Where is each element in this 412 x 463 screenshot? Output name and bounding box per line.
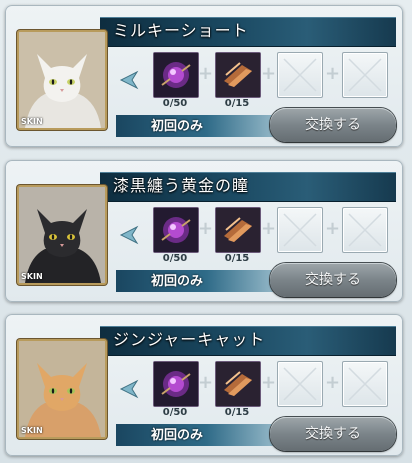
left-arrow-icon xyxy=(119,225,139,245)
empty-slot xyxy=(277,207,323,253)
bronze-ingot-item-icon xyxy=(216,208,260,252)
required-item-count-2: 0/15 xyxy=(224,253,250,264)
plus-icon: + xyxy=(261,218,277,239)
required-item-slot-2[interactable] xyxy=(215,52,261,98)
required-item-count-1: 0/50 xyxy=(162,253,188,264)
required-item-slot-1[interactable] xyxy=(153,361,199,407)
cat-icon xyxy=(19,341,105,437)
plus-icon: + xyxy=(261,372,277,393)
exchange-button[interactable]: 交換する xyxy=(270,417,396,451)
limit-label: 初回のみ xyxy=(151,428,204,443)
limit-label: 初回のみ xyxy=(151,119,204,134)
skin-portrait[interactable]: SKIN xyxy=(17,30,107,130)
plus-icon: + xyxy=(325,218,341,239)
empty-slot-icon xyxy=(348,58,382,92)
plus-icon: + xyxy=(198,63,214,84)
exchange-card-1: ミルキーショート SKIN 0/50 + 0/15 + + 初回のみ 交換する xyxy=(5,5,403,147)
exchange-button[interactable]: 交換する xyxy=(270,263,396,297)
plus-icon: + xyxy=(325,63,341,84)
skin-badge: SKIN xyxy=(21,117,43,126)
required-item-count-2: 0/15 xyxy=(224,98,250,109)
purple-orb-item-icon xyxy=(154,53,198,97)
plus-icon: + xyxy=(198,372,214,393)
card-title: 漆黒纏う黄金の瞳 xyxy=(113,176,250,195)
empty-slot xyxy=(342,52,388,98)
empty-slot xyxy=(277,52,323,98)
exchange-card-3: ジンジャーキャット SKIN 0/50 + 0/15 + + 初回のみ 交換する xyxy=(5,314,403,456)
cat-icon xyxy=(19,187,105,283)
purple-orb-item-icon xyxy=(154,208,198,252)
required-item-slot-1[interactable] xyxy=(153,207,199,253)
empty-slot-icon xyxy=(283,367,317,401)
empty-slot xyxy=(342,207,388,253)
plus-icon: + xyxy=(198,218,214,239)
required-item-count-2: 0/15 xyxy=(224,407,250,418)
required-item-slot-2[interactable] xyxy=(215,361,261,407)
empty-slot-icon xyxy=(283,213,317,247)
empty-slot-icon xyxy=(283,58,317,92)
required-item-slot-1[interactable] xyxy=(153,52,199,98)
bronze-ingot-item-icon xyxy=(216,362,260,406)
skin-badge: SKIN xyxy=(21,272,43,281)
bronze-ingot-item-icon xyxy=(216,53,260,97)
skin-badge: SKIN xyxy=(21,426,43,435)
card-title: ジンジャーキャット xyxy=(113,330,266,349)
left-arrow-icon xyxy=(119,379,139,399)
exchange-card-2: 漆黒纏う黄金の瞳 SKIN 0/50 + 0/15 + + 初回のみ 交換する xyxy=(5,160,403,302)
required-item-slot-2[interactable] xyxy=(215,207,261,253)
left-arrow-icon xyxy=(119,70,139,90)
card-title: ミルキーショート xyxy=(113,21,249,40)
skin-portrait[interactable]: SKIN xyxy=(17,339,107,439)
plus-icon: + xyxy=(261,63,277,84)
empty-slot xyxy=(342,361,388,407)
plus-icon: + xyxy=(325,372,341,393)
skin-portrait[interactable]: SKIN xyxy=(17,185,107,285)
empty-slot xyxy=(277,361,323,407)
exchange-button[interactable]: 交換する xyxy=(270,108,396,142)
required-item-count-1: 0/50 xyxy=(162,407,188,418)
required-item-count-1: 0/50 xyxy=(162,98,188,109)
purple-orb-item-icon xyxy=(154,362,198,406)
limit-label: 初回のみ xyxy=(151,274,204,289)
empty-slot-icon xyxy=(348,367,382,401)
cat-icon xyxy=(19,32,105,128)
empty-slot-icon xyxy=(348,213,382,247)
